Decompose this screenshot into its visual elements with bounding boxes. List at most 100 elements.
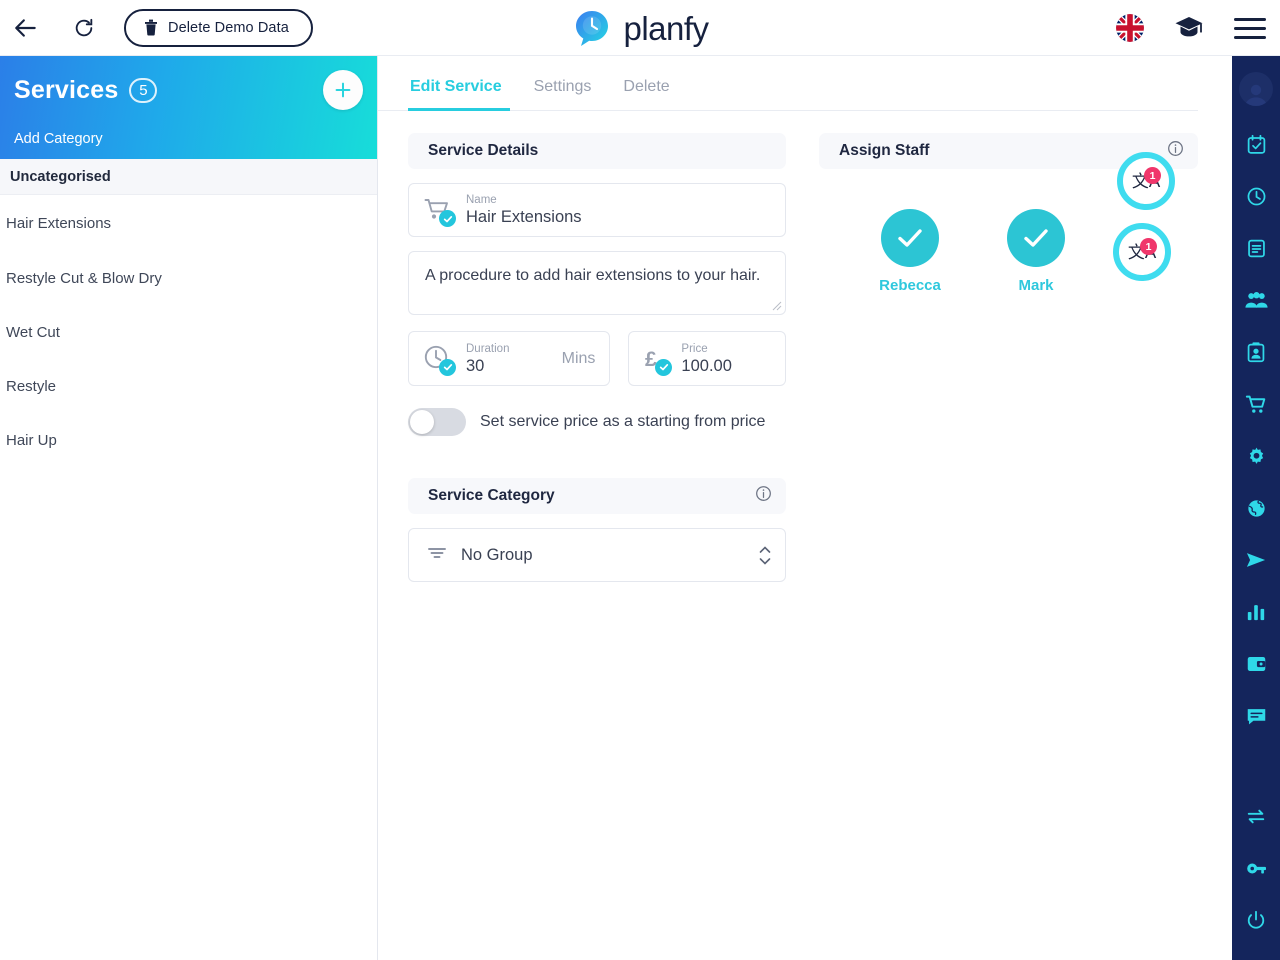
service-name-value: Hair Extensions bbox=[466, 208, 582, 226]
rail-item-cart[interactable] bbox=[1232, 378, 1280, 430]
translate-badge-count: 1 bbox=[1144, 167, 1161, 184]
service-name-field[interactable]: Name Hair Extensions bbox=[408, 183, 786, 237]
service-category-title: Service Category bbox=[428, 487, 555, 504]
staff-member-mark[interactable]: Mark bbox=[993, 209, 1079, 294]
tab-bar: Edit Service Settings Delete bbox=[378, 56, 1198, 111]
services-sidebar: Services 5 Add Category Uncategorised Ha… bbox=[0, 56, 378, 960]
tab-settings[interactable]: Settings bbox=[518, 78, 608, 110]
translate-name-button[interactable]: 文A 1 bbox=[1117, 152, 1175, 210]
rail-item-logout[interactable] bbox=[1232, 894, 1280, 946]
duration-price-row: Duration 30 Mins £ Price 100.00 bbox=[408, 331, 786, 386]
arrow-left-icon bbox=[15, 18, 36, 37]
starting-price-toggle-row: Set service price as a starting from pri… bbox=[408, 408, 786, 436]
tab-delete[interactable]: Delete bbox=[607, 78, 685, 110]
calendar-check-icon bbox=[1247, 134, 1265, 154]
delete-demo-data-label: Delete Demo Data bbox=[168, 19, 289, 36]
planfy-clock-bubble-logo bbox=[576, 11, 609, 46]
rail-item-switch-account[interactable] bbox=[1232, 790, 1280, 842]
rail-item-people[interactable] bbox=[1232, 274, 1280, 326]
add-service-button[interactable] bbox=[323, 70, 363, 110]
check-icon bbox=[1024, 229, 1048, 247]
clock-icon bbox=[423, 344, 456, 376]
duration-value: 30 bbox=[466, 356, 485, 375]
service-category-value: No Group bbox=[461, 545, 533, 564]
sidebar-header: Services 5 Add Category bbox=[0, 56, 377, 159]
duration-label: Duration bbox=[466, 342, 510, 355]
sidebar-title-row: Services 5 bbox=[0, 56, 377, 105]
translate-description-button[interactable]: 文A 1 bbox=[1113, 223, 1171, 281]
user-avatar-icon[interactable] bbox=[1239, 72, 1273, 106]
main-content: Edit Service Settings Delete Service Det… bbox=[378, 56, 1232, 960]
uk-flag-icon[interactable] bbox=[1116, 14, 1144, 42]
starting-price-toggle[interactable] bbox=[408, 408, 466, 436]
field-verified-badge bbox=[439, 358, 456, 376]
add-category-button[interactable]: Add Category bbox=[14, 131, 103, 147]
staff-member-rebecca[interactable]: Rebecca bbox=[867, 209, 953, 294]
brand-name: planfy bbox=[623, 9, 709, 47]
bar-chart-icon bbox=[1247, 605, 1265, 621]
pound-sterling-icon: £ bbox=[643, 344, 673, 376]
content-columns: Service Details Name Hair Extensions A p… bbox=[378, 111, 1232, 582]
service-name-text: Name Hair Extensions bbox=[466, 193, 582, 227]
cart-icon bbox=[1245, 395, 1266, 413]
delete-demo-data-button[interactable]: Delete Demo Data bbox=[124, 8, 313, 47]
field-verified-badge bbox=[439, 210, 456, 227]
service-details-column: Service Details Name Hair Extensions A p… bbox=[408, 133, 786, 582]
back-button[interactable] bbox=[6, 8, 46, 48]
right-nav-rail bbox=[1232, 56, 1280, 960]
wallet-icon bbox=[1247, 657, 1265, 671]
rail-item-website[interactable] bbox=[1232, 482, 1280, 534]
toggle-knob bbox=[410, 410, 434, 434]
service-category-select[interactable]: No Group bbox=[408, 528, 786, 582]
top-bar: Delete Demo Data planfy bbox=[0, 0, 1280, 56]
filter-icon bbox=[427, 544, 447, 567]
key-icon bbox=[1246, 862, 1266, 874]
avatar bbox=[1007, 209, 1065, 267]
service-description-textarea[interactable]: A procedure to add hair extensions to yo… bbox=[408, 251, 786, 315]
sidebar-item-hair-extensions[interactable]: Hair Extensions bbox=[0, 195, 377, 251]
duration-field[interactable]: Duration 30 Mins bbox=[408, 331, 611, 386]
power-icon bbox=[1247, 910, 1265, 929]
info-icon[interactable] bbox=[755, 485, 772, 507]
textarea-resize-handle[interactable] bbox=[772, 301, 782, 311]
list-icon bbox=[1247, 239, 1265, 257]
sidebar-item-restyle[interactable]: Restyle bbox=[0, 359, 377, 413]
chevron-up-down-icon bbox=[759, 545, 771, 565]
rail-item-contacts[interactable] bbox=[1232, 326, 1280, 378]
service-category-header: Service Category bbox=[408, 478, 786, 514]
rail-item-settings[interactable] bbox=[1232, 430, 1280, 482]
rail-item-chat[interactable] bbox=[1232, 690, 1280, 742]
people-icon bbox=[1244, 291, 1268, 308]
clock-icon bbox=[1247, 187, 1265, 205]
duration-unit-label: Mins bbox=[561, 349, 596, 367]
price-field[interactable]: £ Price 100.00 bbox=[628, 331, 786, 386]
service-details-header: Service Details bbox=[408, 133, 786, 169]
services-list: Hair Extensions Restyle Cut & Blow Dry W… bbox=[0, 195, 377, 467]
sidebar-item-wet-cut[interactable]: Wet Cut bbox=[0, 305, 377, 359]
reload-button[interactable] bbox=[64, 8, 104, 48]
staff-name-label: Rebecca bbox=[879, 277, 941, 294]
sidebar-item-hair-up[interactable]: Hair Up bbox=[0, 413, 377, 467]
top-bar-right-actions bbox=[1116, 0, 1266, 56]
hamburger-menu-button[interactable] bbox=[1234, 17, 1266, 39]
category-header-uncategorised[interactable]: Uncategorised bbox=[0, 159, 377, 195]
rail-item-list[interactable] bbox=[1232, 222, 1280, 274]
rail-item-reports[interactable] bbox=[1232, 586, 1280, 638]
rail-item-calendar[interactable] bbox=[1232, 118, 1280, 170]
price-label: Price bbox=[681, 342, 708, 355]
hamburger-line bbox=[1234, 17, 1266, 21]
academy-button[interactable] bbox=[1174, 15, 1204, 41]
rail-item-clock[interactable] bbox=[1232, 170, 1280, 222]
rail-item-marketing[interactable] bbox=[1232, 534, 1280, 586]
hamburger-line bbox=[1234, 35, 1266, 39]
info-icon[interactable] bbox=[1167, 140, 1184, 162]
reload-icon bbox=[75, 18, 93, 36]
services-count-badge: 5 bbox=[129, 78, 158, 103]
graduation-cap-icon bbox=[1175, 17, 1203, 37]
rail-bottom-items bbox=[1232, 790, 1280, 960]
tab-edit-service[interactable]: Edit Service bbox=[408, 78, 518, 111]
sidebar-item-restyle-cut-blow-dry[interactable]: Restyle Cut & Blow Dry bbox=[0, 251, 377, 305]
assign-staff-title: Assign Staff bbox=[839, 142, 930, 159]
rail-item-wallet[interactable] bbox=[1232, 638, 1280, 690]
rail-item-permissions[interactable] bbox=[1232, 842, 1280, 894]
